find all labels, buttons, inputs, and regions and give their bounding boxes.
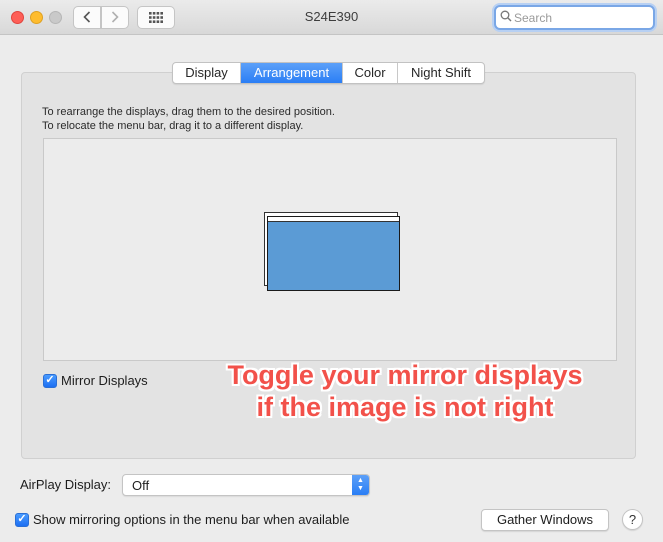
close-window-button[interactable]	[11, 11, 24, 24]
show-mirroring-checkbox-row[interactable]: ✓ Show mirroring options in the menu bar…	[15, 512, 350, 527]
mirror-displays-checkbox-row[interactable]: ✓ Mirror Displays	[43, 373, 148, 388]
zoom-window-button[interactable]	[49, 11, 62, 24]
annotation-line-2: if the image is not right	[256, 392, 554, 422]
tab-arrangement[interactable]: Arrangement	[241, 63, 343, 83]
arrangement-instructions: To rearrange the displays, drag them to …	[42, 105, 335, 133]
airplay-display-select[interactable]: Off ▲ ▼	[122, 474, 370, 496]
airplay-display-label: AirPlay Display:	[20, 477, 112, 492]
annotation-line-1: Toggle your mirror displays	[227, 360, 583, 390]
title-bar: S24E390	[0, 0, 663, 35]
show-mirroring-label: Show mirroring options in the menu bar w…	[33, 512, 350, 527]
tab-display[interactable]: Display	[173, 63, 241, 83]
minimize-window-button[interactable]	[30, 11, 43, 24]
gather-windows-button[interactable]: Gather Windows	[481, 509, 609, 531]
search-icon	[500, 9, 512, 27]
instruction-line-1: To rearrange the displays, drag them to …	[42, 106, 335, 118]
mirror-displays-checkbox[interactable]: ✓	[43, 373, 57, 388]
help-button[interactable]: ?	[622, 509, 643, 530]
updown-arrows-icon: ▲ ▼	[352, 475, 369, 495]
show-mirroring-checkbox[interactable]: ✓	[15, 512, 29, 527]
annotation-callout: Toggle your mirror displays if the image…	[195, 359, 615, 423]
back-button[interactable]	[73, 6, 101, 29]
menu-bar-indicator[interactable]	[268, 217, 399, 222]
tab-bar: Display Arrangement Color Night Shift	[172, 62, 485, 84]
search-input[interactable]	[514, 10, 649, 25]
tab-color[interactable]: Color	[343, 63, 398, 83]
search-field[interactable]	[494, 5, 655, 30]
forward-button[interactable]	[101, 6, 129, 29]
show-all-button[interactable]	[137, 6, 175, 29]
grid-icon	[149, 12, 163, 23]
mirrored-display-front[interactable]	[267, 216, 400, 291]
tab-night-shift[interactable]: Night Shift	[398, 63, 484, 83]
airplay-display-value: Off	[132, 478, 150, 493]
instruction-line-2: To relocate the menu bar, drag it to a d…	[42, 120, 304, 132]
chevron-right-icon	[111, 10, 119, 26]
chevron-left-icon	[83, 10, 91, 26]
mirror-displays-label: Mirror Displays	[61, 373, 148, 388]
